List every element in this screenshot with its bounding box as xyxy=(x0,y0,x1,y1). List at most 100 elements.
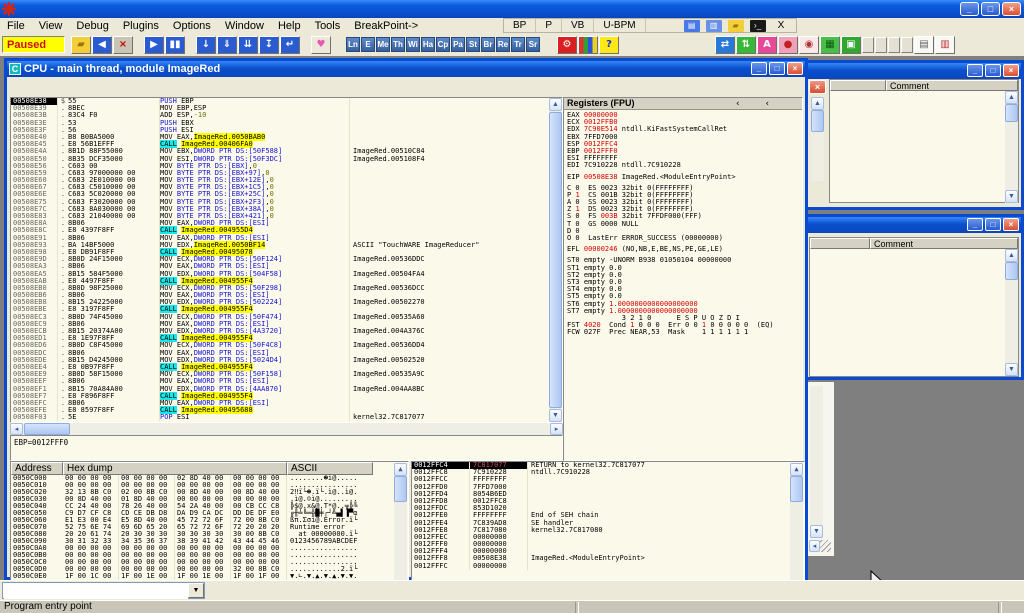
go-to-address-icon[interactable]: ♥ xyxy=(311,36,331,54)
scroll-up-icon[interactable]: ▲ xyxy=(1005,249,1018,262)
disasm-row[interactable]: 00508EB0.8B0D 98F25000MOV ECX,DWORD PTR … xyxy=(11,285,562,292)
scroll-thumb[interactable] xyxy=(790,476,803,502)
stack-pane[interactable]: 0012FFC47C817077RETURN to kernel32.7C817… xyxy=(411,461,805,580)
close-program-icon[interactable]: × xyxy=(113,36,133,54)
minimize-button[interactable]: _ xyxy=(960,2,979,16)
comment-column-header[interactable]: Comment xyxy=(886,80,1018,91)
close-icon[interactable]: × xyxy=(787,62,803,75)
names-window-titlebar[interactable]: _ □ × xyxy=(807,63,1021,79)
cpu-window-titlebar[interactable]: C CPU - main thread, module ImageRed _ □… xyxy=(7,61,805,77)
disasm-row[interactable]: 00508E9D.8B0D 24F15000MOV ECX,DWORD PTR … xyxy=(11,256,562,263)
toolbar-pane-button-st[interactable]: St xyxy=(466,37,480,52)
console-icon[interactable]: ›_ xyxy=(750,20,766,32)
spiral-icon[interactable]: ◉ xyxy=(799,36,819,54)
menu-item-window[interactable]: Window xyxy=(218,19,271,33)
scroll-up-icon[interactable]: ▲ xyxy=(549,98,562,111)
names-window[interactable]: _ □ × × ▲ Comment ▲ xyxy=(804,60,1024,210)
scroll-thumb[interactable] xyxy=(394,476,407,502)
scroll-down-icon[interactable]: ▼ xyxy=(549,409,562,422)
scroll-thumb[interactable] xyxy=(1005,104,1018,122)
disasm-row[interactable]: 00508ED6.8B0D C8F45000MOV ECX,DWORD PTR … xyxy=(11,342,562,349)
command-input[interactable] xyxy=(4,584,188,599)
toolbar-pane-button-me[interactable]: Me xyxy=(376,37,390,52)
toolbar-pane-button-ln[interactable]: Ln xyxy=(346,37,360,52)
stack-row[interactable]: 0012FFF000000000 xyxy=(412,541,804,548)
options-gear-icon[interactable]: ⚙ xyxy=(557,36,577,54)
cpu-window[interactable]: C CPU - main thread, module ImageRed _ □… xyxy=(4,58,808,580)
toolbar-pane-button-sr[interactable]: Sr xyxy=(526,37,540,52)
register-line[interactable]: EFL 00000246 (NO,NB,E,BE,NS,PE,GE,LE) xyxy=(564,246,802,253)
disassembly-pane[interactable]: 00508E38$55PUSH EBP00508E39.8BECMOV EBP,… xyxy=(10,97,563,423)
comment-column-header[interactable]: Comment xyxy=(870,238,1018,249)
execute-till-return-icon[interactable]: ↵ xyxy=(280,36,300,54)
menu-item-breakpoint[interactable]: BreakPoint-> xyxy=(347,19,425,33)
toolbar-pane-button-br[interactable]: Br xyxy=(481,37,495,52)
restore-button[interactable]: □ xyxy=(981,2,1000,16)
menu-item-file[interactable]: File xyxy=(0,19,32,33)
scroll-up-icon[interactable]: ▲ xyxy=(1005,91,1018,104)
plugin-close-button[interactable]: X xyxy=(766,20,797,31)
minimize-button[interactable]: _ xyxy=(967,64,983,77)
disasm-row[interactable]: 00508E3E.53PUSH EBX xyxy=(11,120,562,127)
scroll-down-icon[interactable]: ▼ xyxy=(1005,363,1018,376)
disasm-row[interactable]: 00508EFE.E8 8597F8FFCALL ImageRed.004956… xyxy=(11,407,562,414)
column-header[interactable] xyxy=(830,80,886,91)
toolbar-pane-button-e[interactable]: E xyxy=(361,37,375,52)
appearance-icon[interactable] xyxy=(578,36,598,54)
notes-icon[interactable]: ▤ xyxy=(684,20,700,32)
dump-scrollbar[interactable]: ▲ xyxy=(394,463,407,580)
stack-row[interactable]: 0012FFFC00000000 xyxy=(412,563,804,570)
stack-scrollbar[interactable]: ▲ xyxy=(790,463,803,580)
scroll-down-icon[interactable]: ▼ xyxy=(810,525,823,538)
maximize-button[interactable]: □ xyxy=(985,218,1001,231)
equalizer-icon[interactable]: ▦ xyxy=(820,36,840,54)
toolbar-blank-button[interactable] xyxy=(901,37,913,53)
scrollbar[interactable]: ▲ xyxy=(811,97,824,181)
stack-row[interactable]: 0012FFF800508E38ImageRed.<ModuleEntryPoi… xyxy=(412,555,804,562)
dump-pane[interactable]: Address Hex dump ASCII 0050C00000 00 00 … xyxy=(10,461,409,580)
stack-row[interactable]: 0012FFC87C910228ntdll.7C910228 xyxy=(412,469,804,476)
toolbar-pane-button-th[interactable]: Th xyxy=(391,37,405,52)
plugin-button-u-bpm[interactable]: U-BPM xyxy=(594,19,645,32)
stack-row[interactable]: 0012FFE0FFFFFFFFEnd of SEH chain xyxy=(412,512,804,519)
command-combobox[interactable]: ▼ xyxy=(2,582,205,599)
breakpoint-dot-icon[interactable]: ● xyxy=(778,36,798,54)
main-titlebar[interactable]: _ □ × xyxy=(0,0,1024,18)
scroll-up-icon[interactable]: ▲ xyxy=(790,463,803,476)
disassembly-scrollbar[interactable]: ▲ ▼ xyxy=(549,98,562,422)
folder-icon[interactable]: ▰ xyxy=(728,20,744,32)
restart-icon[interactable]: ◀ xyxy=(92,36,112,54)
toolbar-pane-button-re[interactable]: Re xyxy=(496,37,510,52)
stack-row[interactable]: 0012FFD80012FFC8 xyxy=(412,498,804,505)
registers-pane-buttons[interactable]: ‹‹ xyxy=(735,99,802,109)
menu-item-debug[interactable]: Debug xyxy=(69,19,115,33)
registers-pane[interactable]: Registers (FPU) ‹‹ EAX 00000000ECX 0012F… xyxy=(563,97,803,461)
scroll-thumb[interactable] xyxy=(1005,262,1018,280)
minimize-button[interactable]: _ xyxy=(967,218,983,231)
column-header[interactable] xyxy=(810,238,870,249)
stack-row[interactable]: 0012FFE47C839AD8SE handler xyxy=(412,520,804,527)
plugin-button-vb[interactable]: VB xyxy=(562,19,594,32)
disasm-row[interactable]: 00508E38$55PUSH EBP xyxy=(11,98,562,105)
register-line[interactable]: EIP 00508E38 ImageRed.<ModuleEntryPoint> xyxy=(564,174,802,181)
scroll-thumb[interactable] xyxy=(549,112,562,408)
disasm-row[interactable]: 00508EC3.8B0D 74F45000MOV ECX,DWORD PTR … xyxy=(11,314,562,321)
pause-icon[interactable]: ▮▮ xyxy=(165,36,185,54)
stack-row[interactable]: 0012FFEC00000000 xyxy=(412,534,804,541)
close-button[interactable]: × xyxy=(1002,2,1021,16)
menu-item-options[interactable]: Options xyxy=(166,19,218,33)
toolbar-blank-button[interactable] xyxy=(875,37,887,53)
disasm-row[interactable]: 00508E3B.83C4 F0ADD ESP,-10 xyxy=(11,112,562,119)
toolbar-pane-button-ha[interactable]: Ha xyxy=(421,37,435,52)
scroll-up-icon[interactable]: ▲ xyxy=(394,463,407,476)
stack-row[interactable]: 0012FFCCFFFFFFFF xyxy=(412,476,804,483)
disasm-row[interactable]: 00508EE9.8B0D 58F15000MOV ECX,DWORD PTR … xyxy=(11,371,562,378)
scrollbar[interactable]: ▲ ▼ xyxy=(1005,91,1018,203)
register-line[interactable]: EDI 7C910228 ntdll.7C910228 xyxy=(564,162,802,169)
window-grid-icon[interactable]: ▣ xyxy=(841,36,861,54)
animate-over-icon[interactable]: ↧ xyxy=(259,36,279,54)
plugin-button-p[interactable]: P xyxy=(536,19,562,32)
info-pane[interactable]: EBP=0012FFF0 xyxy=(10,435,563,461)
close-icon[interactable]: × xyxy=(809,80,826,94)
minimize-button[interactable]: _ xyxy=(751,62,767,75)
